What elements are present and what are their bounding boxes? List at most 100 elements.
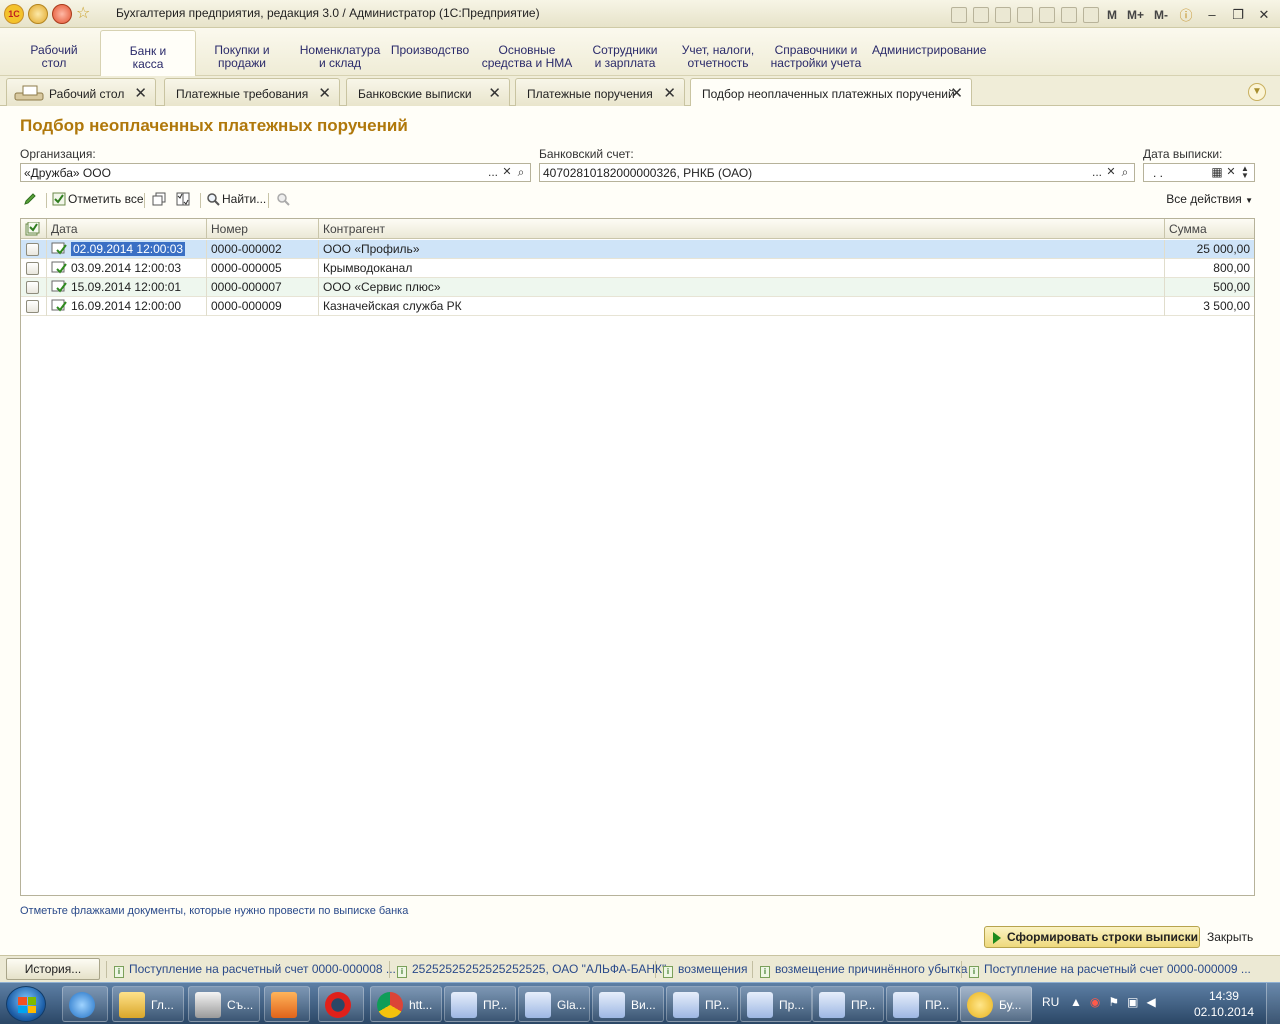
tabs-menu-chevron-icon[interactable]: ▼ [1248, 83, 1266, 101]
section-accounting-taxes[interactable]: Учет, налоги, отчетность [676, 44, 760, 70]
1c-logo-icon[interactable]: 1С [4, 4, 24, 24]
main-menu-button[interactable] [28, 4, 48, 24]
close-button[interactable]: Закрыть [1207, 930, 1253, 944]
table-row[interactable]: 02.09.2014 12:00:03 0000-000002 ООО «Про… [21, 240, 1254, 259]
row-checkbox[interactable] [26, 243, 39, 256]
close-window-button[interactable]: ✕ [1254, 7, 1274, 23]
taskbar-word-3[interactable]: Ви... [592, 986, 664, 1022]
save-icon[interactable] [950, 6, 967, 23]
row-checkbox[interactable] [26, 281, 39, 294]
clock[interactable]: 14:39 02.10.2014 [1194, 988, 1254, 1020]
cancel-search-icon[interactable] [276, 192, 292, 206]
taskbar-explorer[interactable]: Гл... [112, 986, 184, 1022]
section-references[interactable]: Справочники и настройки учета [766, 44, 866, 70]
taskbar-1c[interactable]: Бу... [960, 986, 1032, 1022]
minimize-button[interactable]: – [1202, 7, 1222, 22]
language-indicator[interactable]: RU [1042, 995, 1059, 1009]
section-production[interactable]: Производство [390, 44, 470, 57]
header-date[interactable]: Дата [47, 219, 207, 239]
restore-button[interactable]: ❐ [1228, 7, 1248, 23]
taskbar-chrome[interactable]: htt... [370, 986, 442, 1022]
section-employees[interactable]: Сотрудники и зарплата [586, 44, 664, 70]
clear-icon[interactable]: ✕ [1104, 165, 1118, 178]
taskbar-opera[interactable] [318, 986, 364, 1022]
taskbar-ie[interactable] [62, 986, 108, 1022]
all-actions-menu[interactable]: Все действия ▼ [1166, 192, 1253, 206]
open-search-icon[interactable]: ⌕ [1118, 165, 1132, 180]
taskbar-word-2[interactable]: Gla... [518, 986, 590, 1022]
header-mark-column[interactable] [21, 219, 47, 239]
network-icon[interactable]: ▣ [1127, 995, 1138, 1009]
tab-unpaid-payment-orders[interactable]: Подбор неоплаченных платежных поручений … [690, 78, 972, 107]
print-icon[interactable] [972, 6, 989, 23]
table-row[interactable]: 15.09.2014 12:00:01 0000-000007 ООО «Сер… [21, 278, 1254, 297]
row-checkbox[interactable] [26, 262, 39, 275]
memory-m-minus-button[interactable]: M- [1152, 8, 1170, 22]
close-icon[interactable]: ✕ [663, 84, 676, 102]
taskbar-scanner[interactable]: Съ... [188, 986, 260, 1022]
close-icon[interactable]: ✕ [950, 84, 963, 102]
start-button[interactable] [6, 986, 46, 1022]
close-icon[interactable]: ✕ [318, 84, 331, 102]
table-row[interactable]: 03.09.2014 12:00:03 0000-000005 Крымводо… [21, 259, 1254, 278]
copy-icon[interactable] [152, 192, 168, 206]
table-row[interactable]: 16.09.2014 12:00:00 0000-000009 Казначей… [21, 297, 1254, 316]
header-number[interactable]: Номер [207, 219, 319, 239]
find-button[interactable]: Найти... [206, 192, 266, 206]
history-item[interactable]: i возмещение причинённого убытка [760, 962, 967, 978]
section-purchases-sales[interactable]: Покупки и продажи [204, 44, 280, 70]
select-ellipsis-button[interactable]: ... [486, 165, 500, 179]
check-uncheck-icon[interactable] [176, 192, 192, 206]
history-button[interactable]: История... [6, 958, 100, 980]
taskbar-word-4[interactable]: ПР... [666, 986, 738, 1022]
close-icon[interactable]: ✕ [134, 84, 147, 102]
header-amount[interactable]: Сумма [1165, 219, 1254, 239]
section-bank-cash[interactable]: Банк и касса [100, 30, 196, 77]
history-item[interactable]: i 25252525252525252525, ОАО "АЛЬФА-БАНК" [397, 962, 666, 978]
select-ellipsis-button[interactable]: ... [1090, 165, 1104, 179]
print-preview-icon[interactable] [994, 6, 1011, 23]
home-button[interactable] [52, 4, 72, 24]
row-checkbox[interactable] [26, 300, 39, 313]
history-item[interactable]: i Поступление на расчетный счет 0000-0000… [114, 962, 396, 978]
organization-field[interactable]: «Дружба» ООО ... ✕ ⌕ [20, 163, 531, 182]
section-administration[interactable]: Администрирование [872, 44, 986, 57]
memory-m-button[interactable]: M [1105, 8, 1119, 22]
section-fixed-assets[interactable]: Основные средства и НМА [478, 44, 576, 70]
close-icon[interactable]: ✕ [488, 84, 501, 102]
taskbar-word-1[interactable]: ПР... [444, 986, 516, 1022]
memory-m-plus-button[interactable]: M+ [1125, 8, 1146, 22]
section-desktop[interactable]: Рабочий стол [18, 44, 90, 70]
history-item[interactable]: i возмещения [663, 962, 747, 978]
calculator-icon[interactable] [1060, 6, 1077, 23]
open-search-icon[interactable]: ⌕ [514, 165, 528, 180]
date-spinner[interactable]: ▲ ▼ [1238, 165, 1252, 180]
clear-icon[interactable]: ✕ [1224, 165, 1238, 178]
mark-all-button[interactable]: Отметить все [52, 192, 144, 206]
bank-account-field[interactable]: 40702810182000000326, РНКБ (ОАО) ... ✕ ⌕ [539, 163, 1135, 182]
history-icon[interactable] [1038, 6, 1055, 23]
flag-alert-icon[interactable]: ⚑ [1108, 995, 1119, 1009]
taskbar-media-player[interactable] [264, 986, 310, 1022]
tab-desktop[interactable]: Рабочий стол ✕ [6, 78, 156, 106]
show-hidden-icons-icon[interactable]: ▲ [1070, 995, 1082, 1009]
calendar-icon[interactable]: ▦ [1210, 165, 1224, 179]
tab-bank-statements[interactable]: Банковские выписки ✕ [346, 78, 510, 106]
edit-pencil-icon[interactable] [23, 192, 39, 206]
taskbar-word-5[interactable]: Пр... [740, 986, 812, 1022]
taskbar-word-6[interactable]: ПР... [812, 986, 884, 1022]
calendar-icon[interactable] [1082, 6, 1099, 23]
statement-date-field[interactable]: . . ▦ ✕ ▲ ▼ [1143, 163, 1255, 182]
clear-icon[interactable]: ✕ [500, 165, 514, 178]
opera-tray-icon[interactable]: ◉ [1090, 995, 1100, 1009]
tab-payment-requests[interactable]: Платежные требования ✕ [164, 78, 340, 106]
info-icon[interactable]: ⓘ [1176, 5, 1196, 24]
header-counterparty[interactable]: Контрагент [319, 219, 1165, 239]
add-favorite-icon[interactable] [1016, 6, 1033, 23]
history-item[interactable]: i Поступление на расчетный счет 0000-0000… [969, 962, 1251, 978]
payment-orders-table[interactable]: Дата Номер Контрагент Сумма 02.09.2014 1… [20, 218, 1255, 896]
tab-payment-orders[interactable]: Платежные поручения ✕ [515, 78, 685, 106]
volume-muted-icon[interactable]: ◀ [1146, 995, 1155, 1009]
favorites-star-icon[interactable]: ☆ [76, 4, 90, 24]
generate-statement-rows-button[interactable]: Сформировать строки выписки [984, 926, 1200, 948]
